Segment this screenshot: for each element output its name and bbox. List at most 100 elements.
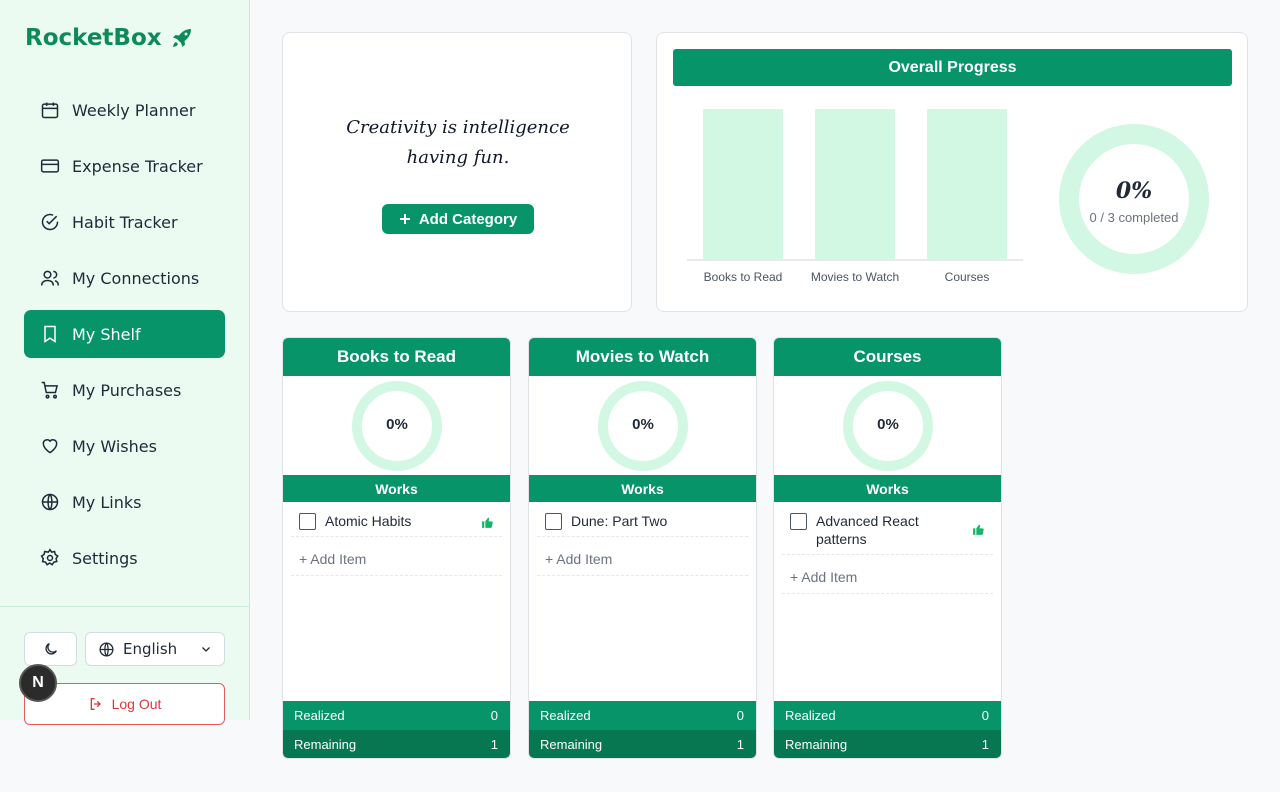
remaining-label: Remaining	[785, 737, 848, 752]
remaining-row: Remaining 1	[774, 730, 1001, 758]
brand-logo[interactable]: RocketBox	[25, 25, 194, 51]
item-text: Advanced React patterns	[816, 513, 919, 547]
chart-bar-track	[815, 109, 895, 260]
item-checkbox[interactable]	[545, 513, 562, 530]
logout-label: Log Out	[111, 696, 162, 712]
item-list: Dune: Part Two + Add Item	[537, 506, 748, 576]
thumbs-up-icon[interactable]	[972, 523, 985, 536]
item-text: Atomic Habits	[325, 513, 412, 529]
sidebar-item-my-shelf[interactable]: My Shelf	[24, 310, 225, 358]
add-category-label: Add Category	[418, 210, 518, 228]
realized-value: 0	[981, 708, 989, 723]
sidebar-item-label: My Wishes	[72, 436, 157, 456]
avatar[interactable]: N	[19, 664, 57, 702]
heart-icon	[42, 439, 58, 454]
category-title: Movies to Watch	[529, 338, 756, 376]
users-icon	[40, 270, 60, 286]
plus-icon	[399, 214, 410, 224]
sidebar: RocketBox Weekly Planner Expense Tracker…	[0, 0, 250, 725]
category-percent: 0%	[632, 416, 654, 433]
sidebar-item-settings[interactable]: Settings	[24, 534, 225, 582]
add-item-button[interactable]: + Add Item	[537, 537, 748, 576]
chart-tick-label: Courses	[945, 270, 990, 284]
moon-icon	[44, 643, 57, 655]
sidebar-item-label: My Connections	[72, 268, 200, 288]
gear-icon	[40, 548, 59, 566]
remaining-value: 1	[490, 737, 498, 752]
remaining-value: 1	[981, 737, 989, 752]
globe-icon	[41, 493, 59, 511]
category-card-movies: Movies to Watch 0% Works Dune: Part Two …	[528, 337, 757, 759]
sidebar-item-expense-tracker[interactable]: Expense Tracker	[24, 142, 225, 190]
item-checkbox[interactable]	[299, 513, 316, 530]
section-label: Works	[774, 475, 1001, 502]
sidebar-nav: Weekly Planner Expense Tracker Habit Tra…	[24, 86, 225, 590]
sidebar-item-my-links[interactable]: My Links	[24, 478, 225, 526]
sidebar-item-label: Weekly Planner	[72, 100, 196, 120]
sidebar-item-my-purchases[interactable]: My Purchases	[24, 366, 225, 414]
overall-donut: 0% 0 / 3 completed	[1059, 124, 1209, 274]
sidebar-item-habit-tracker[interactable]: Habit Tracker	[24, 198, 225, 246]
sidebar-item-my-connections[interactable]: My Connections	[24, 254, 225, 302]
overall-percent: 0%	[1115, 178, 1153, 204]
realized-label: Realized	[785, 708, 836, 723]
thumbs-up-icon[interactable]	[481, 516, 494, 529]
category-percent: 0%	[877, 416, 899, 433]
list-item: Dune: Part Two	[537, 506, 748, 537]
globe-icon	[99, 641, 114, 657]
section-label: Works	[283, 475, 510, 502]
rocket-icon	[172, 29, 191, 47]
item-list: Atomic Habits + Add Item	[291, 506, 502, 576]
list-item: Advanced React patterns	[782, 506, 993, 555]
quote-card: Creativity is intelligence having fun. A…	[282, 32, 632, 312]
sidebar-item-my-wishes[interactable]: My Wishes	[24, 422, 225, 470]
quote-text: Creativity is intelligence having fun.	[346, 117, 570, 168]
list-item: Atomic Habits	[291, 506, 502, 537]
remaining-value: 1	[736, 737, 744, 752]
chart-tick-label: Movies to Watch	[811, 270, 899, 284]
check-circle-icon	[41, 213, 59, 231]
calendar-icon	[41, 102, 59, 119]
section-label: Works	[529, 475, 756, 502]
sidebar-divider	[0, 606, 249, 607]
sidebar-item-weekly-planner[interactable]: Weekly Planner	[24, 86, 225, 134]
sidebar-item-label: Settings	[72, 548, 138, 568]
cart-icon	[41, 381, 59, 399]
remaining-label: Remaining	[540, 737, 603, 752]
sidebar-item-label: Expense Tracker	[72, 156, 203, 176]
chart-bar-track	[927, 109, 1007, 260]
language-select[interactable]: English	[85, 632, 225, 666]
category-card-courses: Courses 0% Works Advanced React patterns…	[773, 337, 1002, 759]
sidebar-item-label: My Shelf	[72, 324, 141, 344]
add-category-button[interactable]: Add Category	[382, 204, 534, 234]
realized-label: Realized	[540, 708, 591, 723]
credit-card-icon	[40, 159, 60, 173]
language-value: English	[123, 640, 178, 658]
remaining-row: Remaining 1	[529, 730, 756, 758]
remaining-label: Remaining	[294, 737, 357, 752]
add-item-button[interactable]: + Add Item	[291, 537, 502, 576]
completed-count: 0 / 3 completed	[1089, 210, 1179, 225]
add-item-button[interactable]: + Add Item	[782, 555, 993, 594]
realized-row: Realized 0	[283, 701, 510, 730]
category-percent: 0%	[386, 416, 408, 433]
item-text: Dune: Part Two	[571, 513, 668, 529]
remaining-row: Remaining 1	[283, 730, 510, 758]
sidebar-item-label: My Links	[72, 492, 142, 512]
theme-toggle-button[interactable]	[24, 632, 77, 666]
category-card-books: Books to Read 0% Works Atomic Habits + A…	[282, 337, 511, 759]
progress-bar-chart: Books to Read Movies to Watch Courses	[687, 109, 1023, 284]
chevron-down-icon	[202, 647, 210, 652]
item-checkbox[interactable]	[790, 513, 807, 530]
realized-label: Realized	[294, 708, 345, 723]
category-title: Books to Read	[283, 338, 510, 376]
chart-bar-track	[703, 109, 783, 260]
sidebar-item-label: Habit Tracker	[72, 212, 178, 232]
realized-value: 0	[736, 708, 744, 723]
sidebar-item-label: My Purchases	[72, 380, 182, 400]
brand-name: RocketBox	[25, 25, 162, 51]
overall-progress-card: Overall Progress Books to Read Movies to …	[656, 32, 1248, 312]
realized-row: Realized 0	[774, 701, 1001, 730]
logout-icon	[90, 698, 101, 710]
category-title: Courses	[774, 338, 1001, 376]
